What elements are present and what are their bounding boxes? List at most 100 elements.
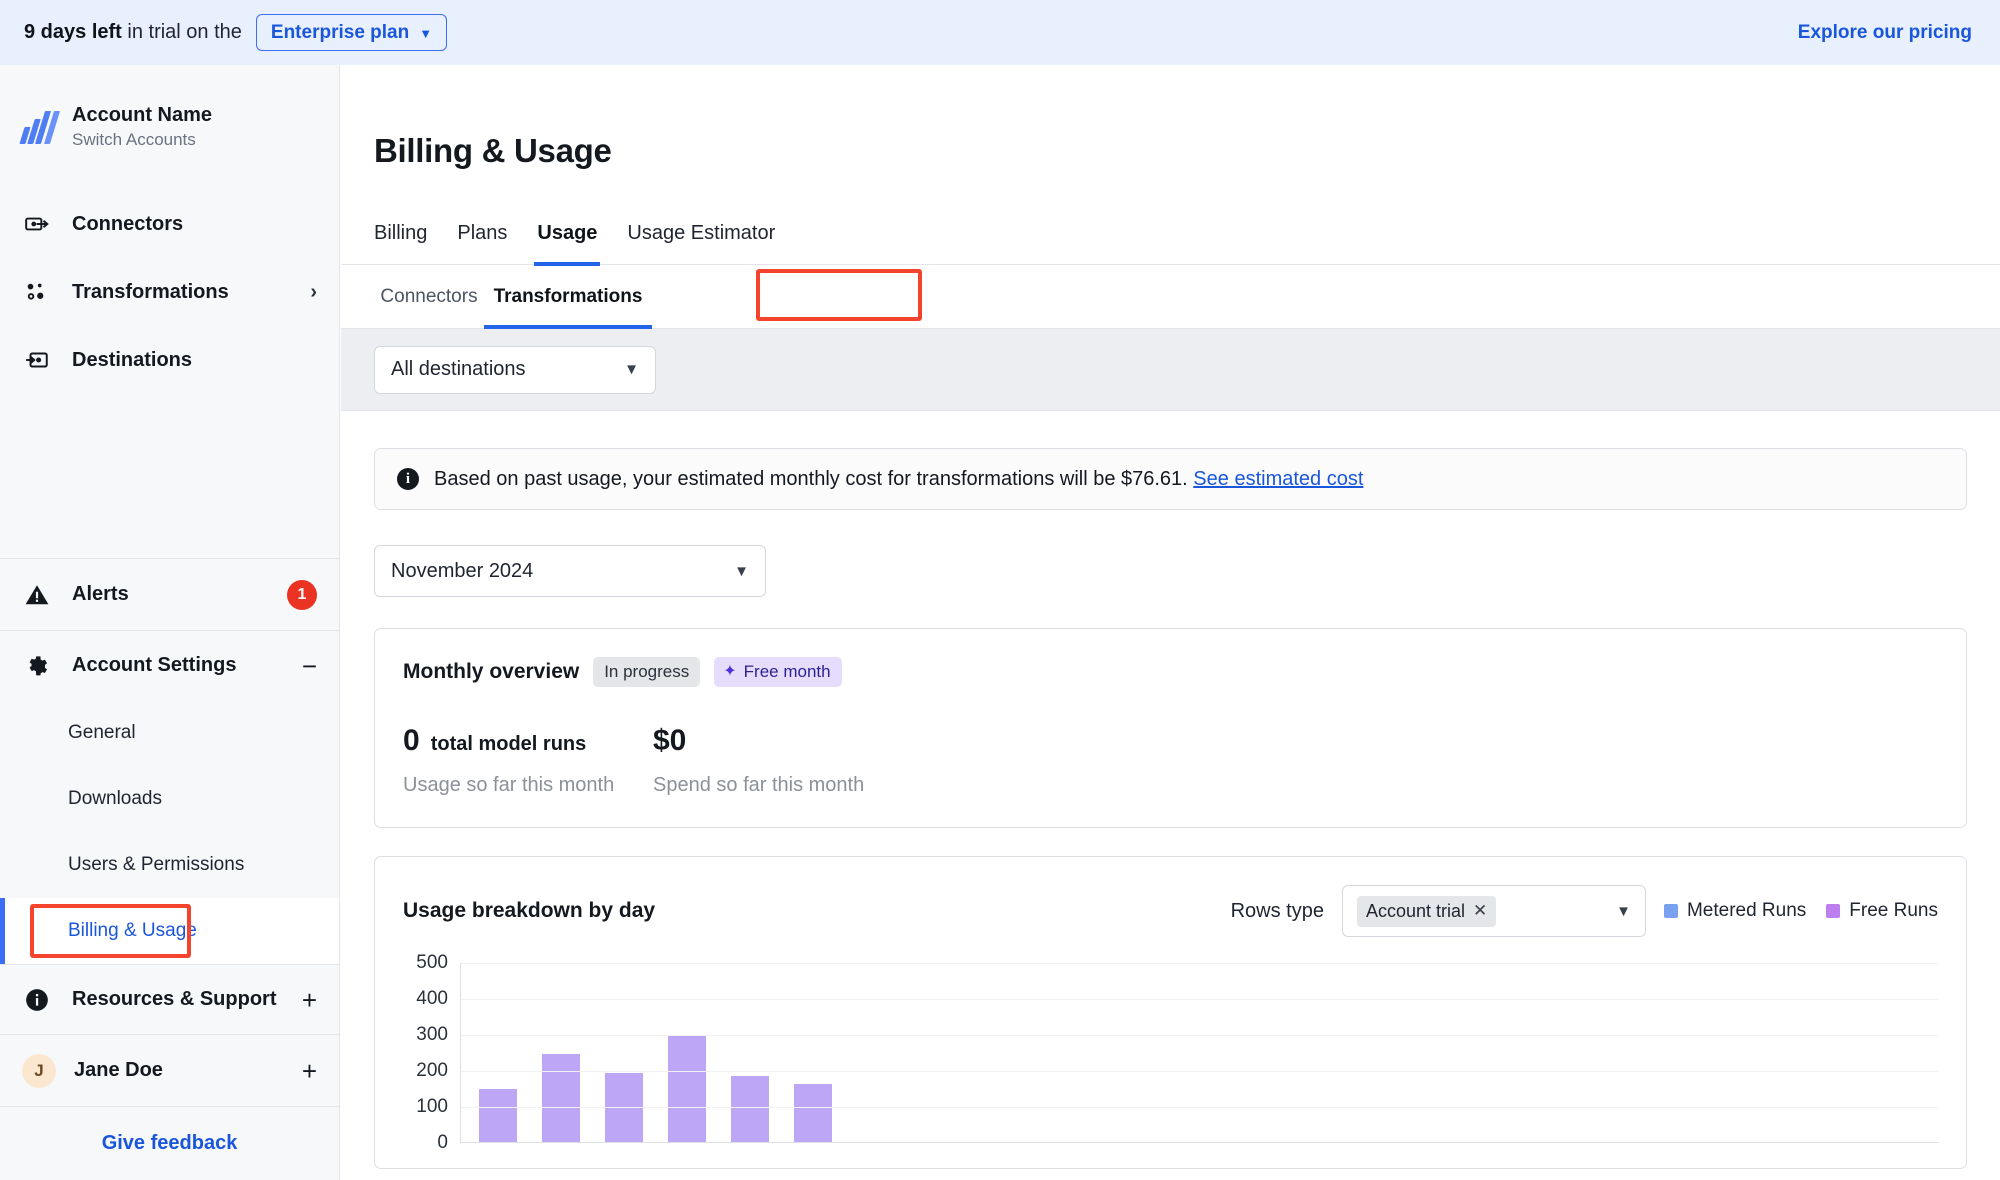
sidebar-section-label: Resources & Support <box>72 988 277 1010</box>
select-value: November 2024 <box>391 559 534 582</box>
rows-type-select[interactable]: Account trial ✕ ▼ <box>1341 885 1646 937</box>
chart-bar[interactable] <box>668 1035 706 1142</box>
rows-type-label: Rows type <box>1230 899 1324 922</box>
sidebar-user-menu[interactable]: J Jane Doe + <box>0 1034 339 1106</box>
chevron-down-icon: ▼ <box>1616 902 1631 920</box>
tab-label: Usage Estimator <box>627 221 776 244</box>
connectors-icon <box>22 209 52 239</box>
alerts-count-badge: 1 <box>287 579 317 610</box>
trial-banner-text: 9 days left in trial on the Enterprise p… <box>24 14 448 51</box>
destination-filter-strip: All destinations ▼ <box>341 329 2000 411</box>
tab-usage-estimator[interactable]: Usage Estimator <box>612 202 790 264</box>
legend-item-metered-runs: Metered Runs <box>1663 900 1806 922</box>
transformations-icon <box>22 277 52 307</box>
estimated-cost-banner: i Based on past usage, your estimated mo… <box>374 448 1967 510</box>
tab-connectors[interactable]: Connectors <box>374 265 484 328</box>
expand-plus-icon[interactable]: + <box>302 1058 317 1084</box>
sidebar-item-billing-usage[interactable]: Billing & Usage <box>0 898 339 964</box>
sidebar-subitem-label: General <box>68 722 136 743</box>
sidebar-item-alerts[interactable]: Alerts 1 <box>0 558 339 630</box>
sparkle-icon: ✦ <box>723 663 737 680</box>
tab-label: Billing <box>374 221 428 244</box>
usage-breakdown-title: Usage breakdown by day <box>403 899 656 922</box>
sidebar-section-account-settings[interactable]: Account Settings − <box>0 630 339 700</box>
estimated-cost-sentence: Based on past usage, your estimated mont… <box>434 467 1188 490</box>
trial-days-left: 9 days left <box>24 21 122 43</box>
sidebar-item-destinations[interactable]: Destinations <box>0 326 339 394</box>
monthly-overview-title: Monthly overview <box>403 660 580 683</box>
switch-accounts-link[interactable]: Switch Accounts <box>72 130 212 150</box>
chart-legend: Metered Runs Free Runs <box>1663 900 1938 922</box>
chevron-down-icon: ▼ <box>734 562 749 580</box>
stat-subtitle: Usage so far this month <box>403 774 615 796</box>
sidebar-item-general[interactable]: General <box>0 700 339 766</box>
sidebar-item-connectors[interactable]: Connectors <box>0 190 339 258</box>
chevron-right-icon: › <box>310 280 317 303</box>
explore-pricing-link[interactable]: Explore our pricing <box>1798 22 1972 44</box>
info-circle-icon <box>22 985 52 1015</box>
status-badge-in-progress: In progress <box>593 657 701 687</box>
gear-icon <box>22 651 52 681</box>
estimated-cost-text: Based on past usage, your estimated mont… <box>434 468 1363 491</box>
chart-bar[interactable] <box>794 1084 832 1142</box>
info-icon: i <box>397 468 419 490</box>
stat-top: 0 total model runs <box>403 724 653 758</box>
sidebar-section-resources-support[interactable]: Resources & Support + <box>0 964 339 1034</box>
chart-gridline <box>461 1107 1938 1108</box>
monthly-overview-stats: 0 total model runs Usage so far this mon… <box>403 724 1938 797</box>
rows-type-token: Account trial ✕ <box>1356 895 1497 927</box>
usage-bar-chart: 500 400 300 200 100 0 <box>403 952 1938 1168</box>
stat-value: $0 <box>653 724 687 757</box>
secondary-tabs: Connectors Transformations <box>341 265 2000 329</box>
tab-usage[interactable]: Usage <box>522 202 612 266</box>
tab-plans[interactable]: Plans <box>442 202 522 264</box>
account-switcher[interactable]: Account Name Switch Accounts <box>0 65 339 150</box>
close-icon[interactable]: ✕ <box>1473 901 1487 921</box>
sidebar-item-label: Transformations <box>72 280 229 303</box>
stat-value: 0 <box>403 724 420 757</box>
usage-breakdown-card: Usage breakdown by day Rows type Account… <box>374 856 1967 1169</box>
trial-text: 9 days left in trial on the <box>24 21 242 44</box>
month-select[interactable]: November 2024 ▼ <box>374 545 766 597</box>
chart-bar[interactable] <box>542 1053 580 1142</box>
give-feedback-link[interactable]: Give feedback <box>102 1132 238 1155</box>
account-name: Account Name <box>72 104 213 126</box>
chart-bar[interactable] <box>479 1088 517 1142</box>
chart-controls: Rows type Account trial ✕ ▼ Metered Runs… <box>1231 885 1938 937</box>
legend-swatch <box>1826 904 1841 918</box>
sidebar-nav: Connectors Transformations › Destination… <box>0 190 339 394</box>
chart-y-tick-label: 300 <box>416 1024 448 1045</box>
all-destinations-select[interactable]: All destinations ▼ <box>374 345 656 394</box>
give-feedback-row: Give feedback <box>0 1106 339 1180</box>
enterprise-plan-label: Enterprise plan <box>270 22 410 43</box>
tab-label: Transformations <box>493 285 643 307</box>
sidebar-subitem-label: Billing & Usage <box>68 920 197 941</box>
monthly-overview-header: Monthly overview In progress ✦ Free mont… <box>403 657 1938 687</box>
alert-triangle-icon <box>22 580 52 610</box>
tab-transformations[interactable]: Transformations <box>484 265 652 329</box>
sidebar-item-transformations[interactable]: Transformations › <box>0 258 339 326</box>
expand-plus-icon[interactable]: + <box>302 987 317 1013</box>
select-value: All destinations <box>391 358 526 380</box>
collapse-minus-icon[interactable]: − <box>302 653 317 679</box>
usage-breakdown-header: Usage breakdown by day Rows type Account… <box>403 885 1938 937</box>
tab-billing[interactable]: Billing <box>374 202 442 264</box>
sidebar: Account Name Switch Accounts Connectors <box>0 65 340 1180</box>
page-header: Billing & Usage <box>341 65 2000 170</box>
chart-bars <box>479 963 832 1142</box>
usage-content: i Based on past usage, your estimated mo… <box>341 411 2000 1169</box>
highlight-box-transformations-tab <box>756 269 922 321</box>
chart-bar[interactable] <box>731 1075 769 1142</box>
trial-banner: 9 days left in trial on the Enterprise p… <box>0 0 2000 65</box>
chart-y-tick-label: 100 <box>416 1096 448 1117</box>
enterprise-plan-button[interactable]: Enterprise plan ▼ <box>255 14 448 51</box>
see-estimated-cost-link[interactable]: See estimated cost <box>1193 468 1363 490</box>
chart-gridline <box>461 963 1938 964</box>
chart-gridline <box>461 1071 1938 1072</box>
chevron-down-icon: ▼ <box>624 361 639 378</box>
chart-gridline <box>461 999 1938 1000</box>
sidebar-item-users-permissions[interactable]: Users & Permissions <box>0 832 339 898</box>
primary-tabs: Billing Plans Usage Usage Estimator <box>341 202 2000 266</box>
sidebar-item-downloads[interactable]: Downloads <box>0 766 339 832</box>
